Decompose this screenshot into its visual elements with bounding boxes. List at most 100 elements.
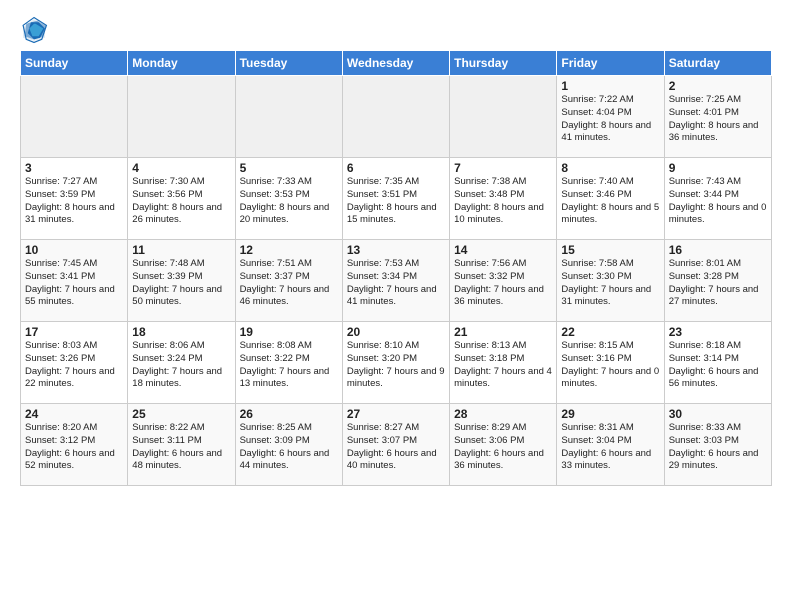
page: SundayMondayTuesdayWednesdayThursdayFrid… [0, 0, 792, 496]
day-number: 5 [240, 161, 338, 175]
calendar-cell: 5Sunrise: 7:33 AMSunset: 3:53 PMDaylight… [235, 158, 342, 240]
day-number: 29 [561, 407, 659, 421]
day-number: 23 [669, 325, 767, 339]
calendar-cell: 26Sunrise: 8:25 AMSunset: 3:09 PMDayligh… [235, 404, 342, 486]
day-info: Sunrise: 7:56 AMSunset: 3:32 PMDaylight:… [454, 258, 552, 309]
day-info: Sunrise: 7:45 AMSunset: 3:41 PMDaylight:… [25, 258, 123, 309]
calendar-cell: 13Sunrise: 7:53 AMSunset: 3:34 PMDayligh… [342, 240, 449, 322]
day-info: Sunrise: 7:33 AMSunset: 3:53 PMDaylight:… [240, 176, 338, 227]
calendar-cell: 18Sunrise: 8:06 AMSunset: 3:24 PMDayligh… [128, 322, 235, 404]
day-number: 14 [454, 243, 552, 257]
logo [20, 16, 52, 44]
day-info: Sunrise: 8:31 AMSunset: 3:04 PMDaylight:… [561, 422, 659, 473]
calendar-cell: 28Sunrise: 8:29 AMSunset: 3:06 PMDayligh… [450, 404, 557, 486]
day-info: Sunrise: 7:22 AMSunset: 4:04 PMDaylight:… [561, 94, 659, 145]
day-number: 15 [561, 243, 659, 257]
header [20, 16, 772, 44]
day-number: 1 [561, 79, 659, 93]
day-number: 24 [25, 407, 123, 421]
day-number: 7 [454, 161, 552, 175]
day-info: Sunrise: 8:08 AMSunset: 3:22 PMDaylight:… [240, 340, 338, 391]
calendar-cell: 15Sunrise: 7:58 AMSunset: 3:30 PMDayligh… [557, 240, 664, 322]
day-number: 30 [669, 407, 767, 421]
calendar-cell: 10Sunrise: 7:45 AMSunset: 3:41 PMDayligh… [21, 240, 128, 322]
day-info: Sunrise: 8:10 AMSunset: 3:20 PMDaylight:… [347, 340, 445, 391]
weekday-header-tuesday: Tuesday [235, 51, 342, 76]
calendar-cell: 16Sunrise: 8:01 AMSunset: 3:28 PMDayligh… [664, 240, 771, 322]
logo-icon [20, 16, 48, 44]
calendar-cell: 23Sunrise: 8:18 AMSunset: 3:14 PMDayligh… [664, 322, 771, 404]
day-number: 17 [25, 325, 123, 339]
calendar-cell: 6Sunrise: 7:35 AMSunset: 3:51 PMDaylight… [342, 158, 449, 240]
day-info: Sunrise: 7:38 AMSunset: 3:48 PMDaylight:… [454, 176, 552, 227]
day-number: 18 [132, 325, 230, 339]
day-number: 16 [669, 243, 767, 257]
calendar-cell: 19Sunrise: 8:08 AMSunset: 3:22 PMDayligh… [235, 322, 342, 404]
day-number: 19 [240, 325, 338, 339]
calendar-cell: 24Sunrise: 8:20 AMSunset: 3:12 PMDayligh… [21, 404, 128, 486]
week-row-0: 1Sunrise: 7:22 AMSunset: 4:04 PMDaylight… [21, 76, 772, 158]
calendar-cell: 8Sunrise: 7:40 AMSunset: 3:46 PMDaylight… [557, 158, 664, 240]
day-info: Sunrise: 8:18 AMSunset: 3:14 PMDaylight:… [669, 340, 767, 391]
day-number: 9 [669, 161, 767, 175]
calendar-cell [128, 76, 235, 158]
calendar-cell: 2Sunrise: 7:25 AMSunset: 4:01 PMDaylight… [664, 76, 771, 158]
day-info: Sunrise: 8:13 AMSunset: 3:18 PMDaylight:… [454, 340, 552, 391]
day-info: Sunrise: 7:58 AMSunset: 3:30 PMDaylight:… [561, 258, 659, 309]
calendar: SundayMondayTuesdayWednesdayThursdayFrid… [20, 50, 772, 486]
day-info: Sunrise: 8:01 AMSunset: 3:28 PMDaylight:… [669, 258, 767, 309]
day-number: 26 [240, 407, 338, 421]
calendar-cell: 30Sunrise: 8:33 AMSunset: 3:03 PMDayligh… [664, 404, 771, 486]
day-info: Sunrise: 7:30 AMSunset: 3:56 PMDaylight:… [132, 176, 230, 227]
day-info: Sunrise: 7:40 AMSunset: 3:46 PMDaylight:… [561, 176, 659, 227]
calendar-cell: 3Sunrise: 7:27 AMSunset: 3:59 PMDaylight… [21, 158, 128, 240]
day-info: Sunrise: 8:25 AMSunset: 3:09 PMDaylight:… [240, 422, 338, 473]
calendar-cell: 14Sunrise: 7:56 AMSunset: 3:32 PMDayligh… [450, 240, 557, 322]
calendar-cell: 27Sunrise: 8:27 AMSunset: 3:07 PMDayligh… [342, 404, 449, 486]
day-info: Sunrise: 7:27 AMSunset: 3:59 PMDaylight:… [25, 176, 123, 227]
day-info: Sunrise: 8:03 AMSunset: 3:26 PMDaylight:… [25, 340, 123, 391]
day-info: Sunrise: 7:51 AMSunset: 3:37 PMDaylight:… [240, 258, 338, 309]
day-number: 10 [25, 243, 123, 257]
calendar-cell: 9Sunrise: 7:43 AMSunset: 3:44 PMDaylight… [664, 158, 771, 240]
weekday-header-saturday: Saturday [664, 51, 771, 76]
calendar-cell [342, 76, 449, 158]
day-number: 2 [669, 79, 767, 93]
calendar-cell [450, 76, 557, 158]
calendar-cell: 7Sunrise: 7:38 AMSunset: 3:48 PMDaylight… [450, 158, 557, 240]
calendar-cell: 1Sunrise: 7:22 AMSunset: 4:04 PMDaylight… [557, 76, 664, 158]
week-row-3: 17Sunrise: 8:03 AMSunset: 3:26 PMDayligh… [21, 322, 772, 404]
day-number: 13 [347, 243, 445, 257]
day-info: Sunrise: 8:06 AMSunset: 3:24 PMDaylight:… [132, 340, 230, 391]
week-row-4: 24Sunrise: 8:20 AMSunset: 3:12 PMDayligh… [21, 404, 772, 486]
day-number: 21 [454, 325, 552, 339]
day-number: 4 [132, 161, 230, 175]
day-info: Sunrise: 7:48 AMSunset: 3:39 PMDaylight:… [132, 258, 230, 309]
calendar-cell: 20Sunrise: 8:10 AMSunset: 3:20 PMDayligh… [342, 322, 449, 404]
day-number: 25 [132, 407, 230, 421]
day-number: 6 [347, 161, 445, 175]
weekday-header-wednesday: Wednesday [342, 51, 449, 76]
weekday-header-thursday: Thursday [450, 51, 557, 76]
calendar-cell [21, 76, 128, 158]
weekday-header-friday: Friday [557, 51, 664, 76]
calendar-cell: 11Sunrise: 7:48 AMSunset: 3:39 PMDayligh… [128, 240, 235, 322]
day-info: Sunrise: 7:25 AMSunset: 4:01 PMDaylight:… [669, 94, 767, 145]
day-number: 28 [454, 407, 552, 421]
day-info: Sunrise: 7:43 AMSunset: 3:44 PMDaylight:… [669, 176, 767, 227]
calendar-cell: 17Sunrise: 8:03 AMSunset: 3:26 PMDayligh… [21, 322, 128, 404]
day-number: 3 [25, 161, 123, 175]
week-row-2: 10Sunrise: 7:45 AMSunset: 3:41 PMDayligh… [21, 240, 772, 322]
calendar-cell: 22Sunrise: 8:15 AMSunset: 3:16 PMDayligh… [557, 322, 664, 404]
day-number: 11 [132, 243, 230, 257]
day-number: 12 [240, 243, 338, 257]
day-number: 20 [347, 325, 445, 339]
calendar-cell [235, 76, 342, 158]
week-row-1: 3Sunrise: 7:27 AMSunset: 3:59 PMDaylight… [21, 158, 772, 240]
calendar-cell: 4Sunrise: 7:30 AMSunset: 3:56 PMDaylight… [128, 158, 235, 240]
day-number: 22 [561, 325, 659, 339]
day-number: 8 [561, 161, 659, 175]
calendar-cell: 12Sunrise: 7:51 AMSunset: 3:37 PMDayligh… [235, 240, 342, 322]
day-info: Sunrise: 8:15 AMSunset: 3:16 PMDaylight:… [561, 340, 659, 391]
calendar-cell: 21Sunrise: 8:13 AMSunset: 3:18 PMDayligh… [450, 322, 557, 404]
